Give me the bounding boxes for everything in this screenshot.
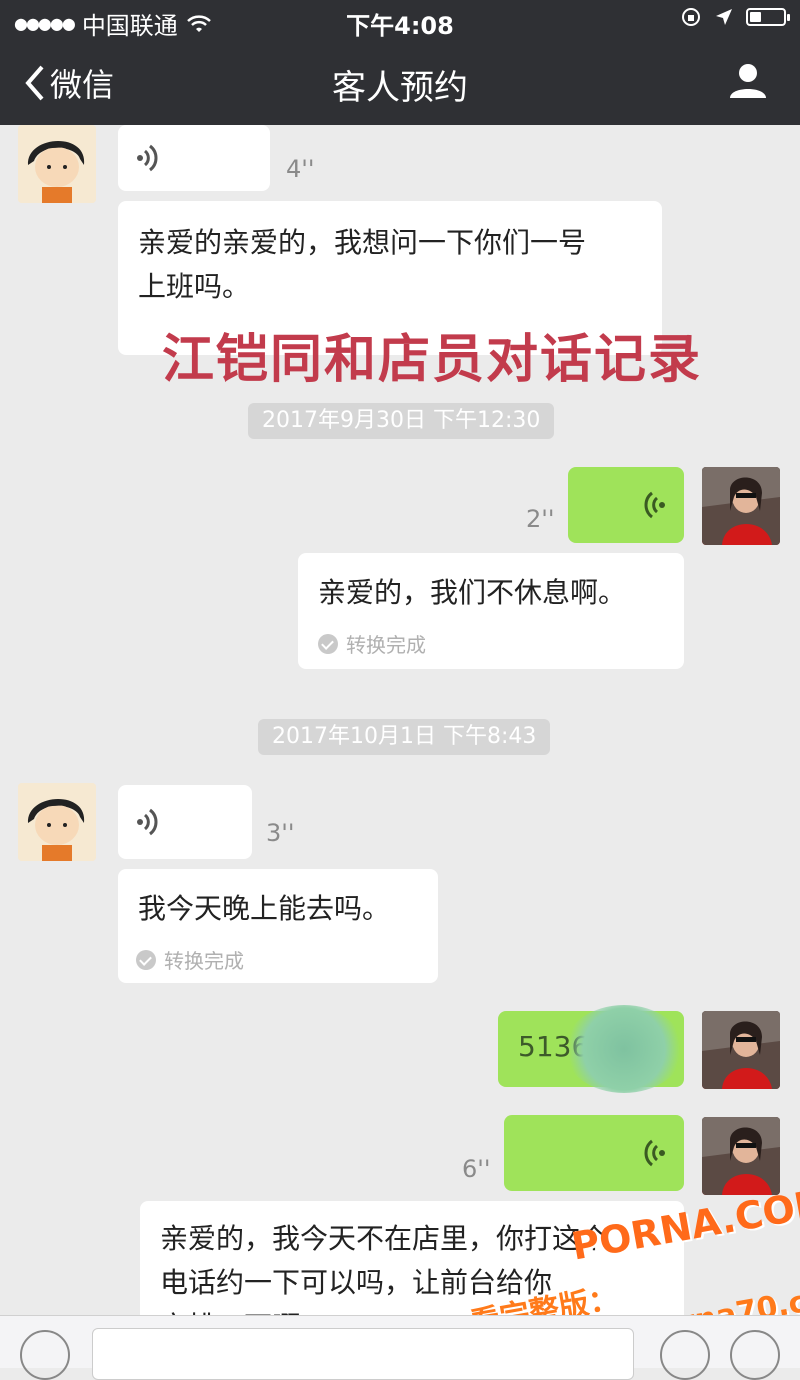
chat-area[interactable]: 4'' 亲爱的亲爱的，我想问一下你们一号 上班吗。 江铠同和店员对话记录 201… <box>0 125 800 1315</box>
contact-avatar[interactable] <box>18 125 96 203</box>
voice-duration: 3'' <box>266 819 295 847</box>
message-text: 亲爱的，我们不休息啊。 <box>318 576 627 609</box>
check-icon <box>136 949 156 970</box>
transcribe-status: 转换完成 <box>318 629 426 658</box>
voice-input-icon[interactable] <box>20 1330 70 1380</box>
battery-fill <box>750 12 762 22</box>
battery-icon <box>746 8 790 26</box>
input-bar <box>0 1315 800 1380</box>
user-avatar[interactable] <box>702 467 780 545</box>
emoji-icon[interactable] <box>660 1330 710 1380</box>
avatar-photo-icon <box>702 1117 780 1195</box>
timestamp: 2017年10月1日 下午8:43 <box>258 719 551 755</box>
status-bar: ●●●●● 中国联通 下午4:08 <box>0 0 800 40</box>
avatar-girl-icon <box>18 783 96 861</box>
message-text: 我今天晚上能去吗。 <box>138 892 391 925</box>
voice-duration: 6'' <box>462 1155 491 1183</box>
text-message-bubble-sent[interactable]: 5136 <box>498 1005 684 1093</box>
voice-message-bubble-sent[interactable] <box>568 467 684 543</box>
user-avatar[interactable] <box>702 1011 780 1089</box>
voice-duration: 4'' <box>286 155 315 183</box>
status-right <box>680 6 790 28</box>
plus-icon[interactable] <box>730 1330 780 1380</box>
avatar-photo-icon <box>702 1011 780 1089</box>
rotation-lock-icon <box>682 8 700 26</box>
voice-message-bubble-sent[interactable] <box>504 1115 684 1191</box>
profile-icon <box>730 64 766 98</box>
avatar-girl-icon <box>18 125 96 203</box>
voice-wave-icon <box>644 1139 665 1167</box>
profile-button[interactable] <box>728 62 768 104</box>
transcribe-status-label: 转换完成 <box>346 633 426 657</box>
voice-wave-icon <box>137 144 158 172</box>
contact-avatar[interactable] <box>18 783 96 861</box>
nav-bar: 微信 客人预约 <box>0 40 800 125</box>
timestamp: 2017年9月30日 下午12:30 <box>248 403 555 439</box>
check-icon <box>318 633 338 654</box>
message-input[interactable] <box>92 1328 634 1380</box>
location-icon <box>716 9 732 25</box>
transcribe-status-label: 转换完成 <box>164 949 244 973</box>
voice-wave-icon <box>137 808 158 836</box>
page-title: 客人预约 <box>332 68 468 108</box>
overlay-caption: 江铠同和店员对话记录 <box>162 330 703 390</box>
message-text-line: 上班吗。 <box>138 270 251 303</box>
user-avatar[interactable] <box>702 1117 780 1195</box>
voice-wave-icon <box>644 491 665 519</box>
transcribe-status: 转换完成 <box>136 945 244 974</box>
voice-duration: 2'' <box>526 505 555 533</box>
message-text-line: 亲爱的亲爱的，我想问一下你们一号 <box>138 226 587 259</box>
redaction-blur <box>564 1005 684 1093</box>
voice-message-bubble[interactable] <box>118 785 252 859</box>
avatar-photo-icon <box>702 467 780 545</box>
voice-message-bubble[interactable] <box>118 125 270 191</box>
